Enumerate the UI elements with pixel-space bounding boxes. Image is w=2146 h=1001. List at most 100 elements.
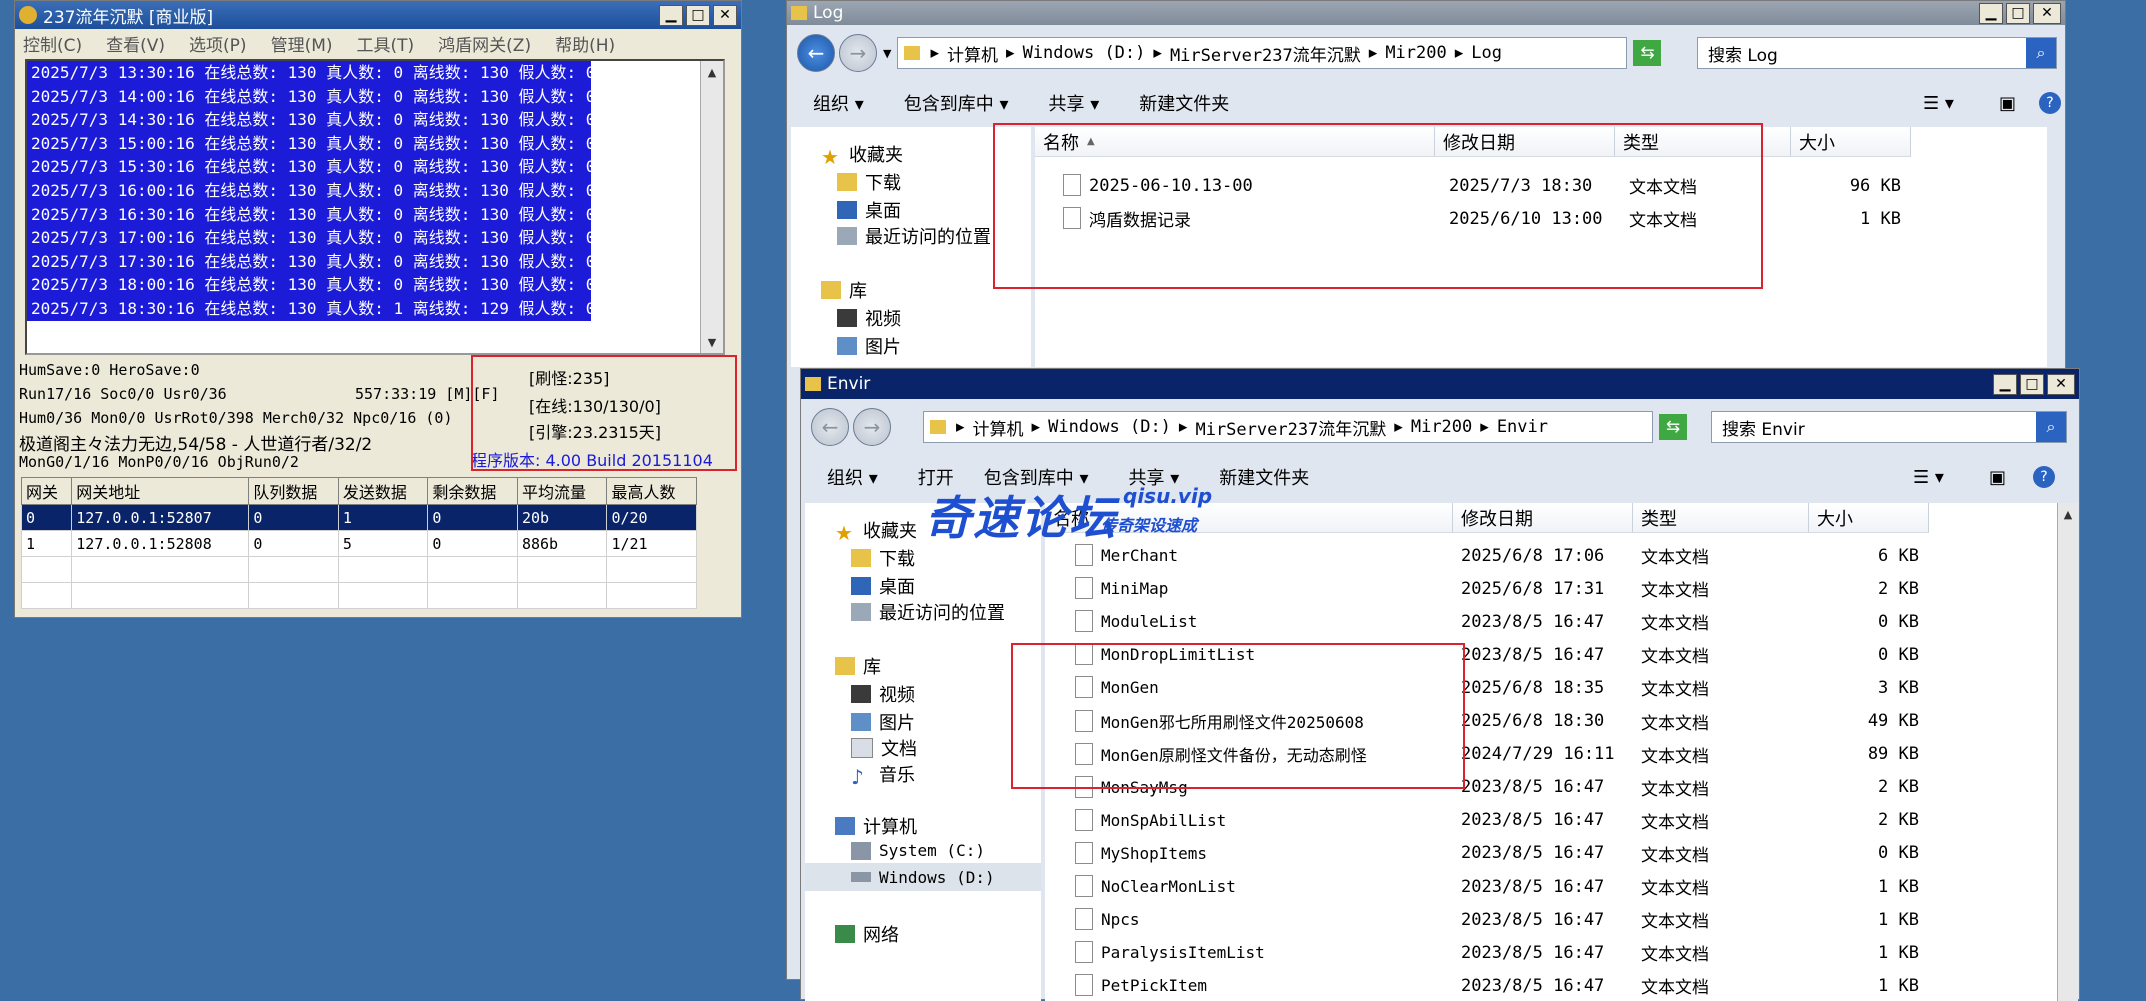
- nav-drive-d[interactable]: Windows (D:): [805, 863, 1041, 891]
- nav-desktop[interactable]: 桌面: [851, 573, 915, 599]
- nav-pictures[interactable]: 图片: [837, 333, 901, 359]
- nav-computer[interactable]: 计算机: [835, 813, 917, 839]
- crumb[interactable]: MirServer237流年沉默: [1170, 41, 1361, 66]
- nav-documents[interactable]: 文档: [851, 735, 917, 761]
- list-item[interactable]: PetPickItem 2023/8/5 16:47 文本文档 1 KB: [1045, 969, 2045, 1001]
- view-options-icon[interactable]: ☰ ▾: [1923, 93, 1954, 114]
- log-scrollbar[interactable]: ▲ ▼: [700, 61, 723, 353]
- nav-videos[interactable]: 视频: [851, 681, 915, 707]
- nav-recent[interactable]: 最近访问的位置: [837, 223, 991, 249]
- minimize-button[interactable]: ▁: [1993, 373, 2017, 395]
- list-item[interactable]: MiniMap 2025/6/8 17:31 文本文档 2 KB: [1045, 572, 2045, 605]
- nav-libraries[interactable]: 库: [821, 277, 867, 303]
- server-titlebar[interactable]: 237流年沉默 [商业版] ▁ □ ✕: [15, 1, 741, 29]
- col-sent[interactable]: 发送数据: [337, 477, 429, 505]
- close-button[interactable]: ✕: [2047, 373, 2075, 395]
- col-gateway[interactable]: 网关: [20, 477, 73, 505]
- search-icon[interactable]: ⌕: [2026, 38, 2056, 68]
- nav-videos[interactable]: 视频: [837, 305, 901, 331]
- col-maxusers[interactable]: 最高人数: [606, 477, 697, 505]
- crumb[interactable]: MirServer237流年沉默: [1195, 415, 1386, 440]
- scroll-down-icon[interactable]: ▼: [701, 331, 723, 353]
- help-icon[interactable]: ?: [2033, 466, 2055, 488]
- refresh-icon[interactable]: ⇆: [1659, 414, 1687, 440]
- refresh-icon[interactable]: ⇆: [1633, 40, 1662, 66]
- minimize-button[interactable]: ▁: [659, 4, 683, 26]
- minimize-button[interactable]: ▁: [1979, 2, 2003, 24]
- log-titlebar[interactable]: Log ▁ □ ✕: [787, 1, 2065, 25]
- crumb[interactable]: 计算机: [973, 415, 1024, 440]
- menu-options[interactable]: 选项(P): [189, 31, 247, 56]
- close-button[interactable]: ✕: [713, 4, 737, 26]
- nav-libraries[interactable]: 库: [835, 653, 881, 679]
- list-item[interactable]: ModuleList 2023/8/5 16:47 文本文档 0 KB: [1045, 605, 2045, 638]
- nav-favorites[interactable]: ★ 收藏夹: [821, 141, 903, 169]
- menu-view[interactable]: 查看(V): [106, 31, 165, 56]
- maximize-button[interactable]: □: [2020, 373, 2044, 395]
- col-size[interactable]: 大小: [1809, 503, 1929, 533]
- col-date[interactable]: 修改日期: [1453, 503, 1633, 533]
- organize-button[interactable]: 组织 ▾: [827, 464, 878, 490]
- envir-titlebar[interactable]: Envir ▁ □ ✕: [801, 369, 2079, 399]
- preview-pane-icon[interactable]: ▣: [1999, 93, 2016, 114]
- nav-network[interactable]: 网络: [835, 921, 899, 947]
- col-size[interactable]: 大小: [1791, 127, 1911, 157]
- scroll-up-icon[interactable]: ▲: [701, 61, 723, 83]
- list-item[interactable]: ParalysisItemList 2023/8/5 16:47 文本文档 1 KB: [1045, 936, 2045, 969]
- maximize-button[interactable]: □: [686, 4, 710, 26]
- col-address[interactable]: 网关地址: [71, 477, 250, 505]
- organize-button[interactable]: 组织 ▾: [813, 90, 864, 116]
- new-folder-button[interactable]: 新建文件夹: [1219, 464, 1309, 490]
- server-log[interactable]: 2025/7/3 13:30:16 在线总数: 130 真人数: 0 离线数: …: [25, 59, 725, 355]
- crumb[interactable]: Envir: [1497, 417, 1548, 437]
- log-search-input[interactable]: 搜索 Log ⌕: [1697, 37, 2057, 69]
- menu-manage[interactable]: 管理(M): [271, 31, 333, 56]
- crumb[interactable]: 计算机: [947, 41, 998, 66]
- log-breadcrumb[interactable]: ▸ 计算机 ▸ Windows (D:) ▸ MirServer237流年沉默 ▸ Mi…: [897, 37, 1628, 69]
- envir-breadcrumb[interactable]: ▸ 计算机 ▸ Windows (D:) ▸ MirServer237流年沉默 ▸ Mi…: [923, 411, 1653, 443]
- menu-tools[interactable]: 工具(T): [357, 31, 415, 56]
- scroll-up-icon[interactable]: ▲: [2058, 503, 2078, 525]
- nav-music[interactable]: ♪ 音乐: [851, 761, 915, 789]
- menu-control[interactable]: 控制(C): [23, 31, 82, 56]
- col-traffic[interactable]: 平均流量: [516, 477, 608, 505]
- crumb[interactable]: Log: [1471, 43, 1502, 63]
- crumb[interactable]: Mir200: [1385, 43, 1446, 63]
- table-row[interactable]: 1 127.0.0.1:52808 0 5 0 886b 1/21: [20, 530, 697, 557]
- history-dropdown-icon[interactable]: ▼: [883, 47, 891, 60]
- nav-pictures[interactable]: 图片: [851, 709, 915, 735]
- nav-downloads[interactable]: 下载: [851, 545, 915, 571]
- nav-desktop[interactable]: 桌面: [837, 197, 901, 223]
- nav-downloads[interactable]: 下载: [837, 169, 901, 195]
- crumb[interactable]: Windows (D:): [1048, 417, 1171, 437]
- share-button[interactable]: 共享 ▾: [1049, 90, 1100, 116]
- col-type[interactable]: 类型: [1633, 503, 1809, 533]
- menu-help[interactable]: 帮助(H): [555, 31, 615, 56]
- crumb[interactable]: Mir200: [1411, 417, 1472, 437]
- nav-drive-c[interactable]: System (C:): [851, 841, 985, 860]
- new-folder-button[interactable]: 新建文件夹: [1139, 90, 1229, 116]
- preview-pane-icon[interactable]: ▣: [1989, 467, 2006, 488]
- nav-recent[interactable]: 最近访问的位置: [851, 599, 1005, 625]
- list-item[interactable]: MerChant 2025/6/8 17:06 文本文档 6 KB: [1045, 539, 2045, 572]
- crumb[interactable]: Windows (D:): [1023, 43, 1146, 63]
- close-button[interactable]: ✕: [2033, 2, 2061, 24]
- table-row[interactable]: 0 127.0.0.1:52807 0 1 0 20b 0/20: [20, 504, 697, 531]
- list-item[interactable]: MyShopItems 2023/8/5 16:47 文本文档 0 KB: [1045, 837, 2045, 870]
- nav-favorites[interactable]: ★ 收藏夹: [835, 517, 917, 545]
- col-remain[interactable]: 剩余数据: [427, 477, 518, 505]
- list-item[interactable]: NoClearMonList 2023/8/5 16:47 文本文档 1 KB: [1045, 870, 2045, 903]
- back-arrow-icon[interactable]: ←: [811, 408, 849, 446]
- forward-arrow-icon[interactable]: →: [839, 34, 877, 72]
- back-arrow-icon[interactable]: ←: [797, 34, 835, 72]
- maximize-button[interactable]: □: [2006, 2, 2030, 24]
- col-queue[interactable]: 队列数据: [248, 477, 339, 505]
- help-icon[interactable]: ?: [2039, 92, 2061, 114]
- forward-arrow-icon[interactable]: →: [853, 408, 891, 446]
- include-library-button[interactable]: 包含到库中 ▾: [904, 90, 1009, 116]
- list-item[interactable]: Npcs 2023/8/5 16:47 文本文档 1 KB: [1045, 903, 2045, 936]
- envir-scrollbar[interactable]: ▲: [2057, 503, 2078, 1001]
- search-icon[interactable]: ⌕: [2036, 412, 2066, 442]
- view-options-icon[interactable]: ☰ ▾: [1913, 467, 1944, 488]
- list-item[interactable]: MonSpAbilList 2023/8/5 16:47 文本文档 2 KB: [1045, 804, 2045, 837]
